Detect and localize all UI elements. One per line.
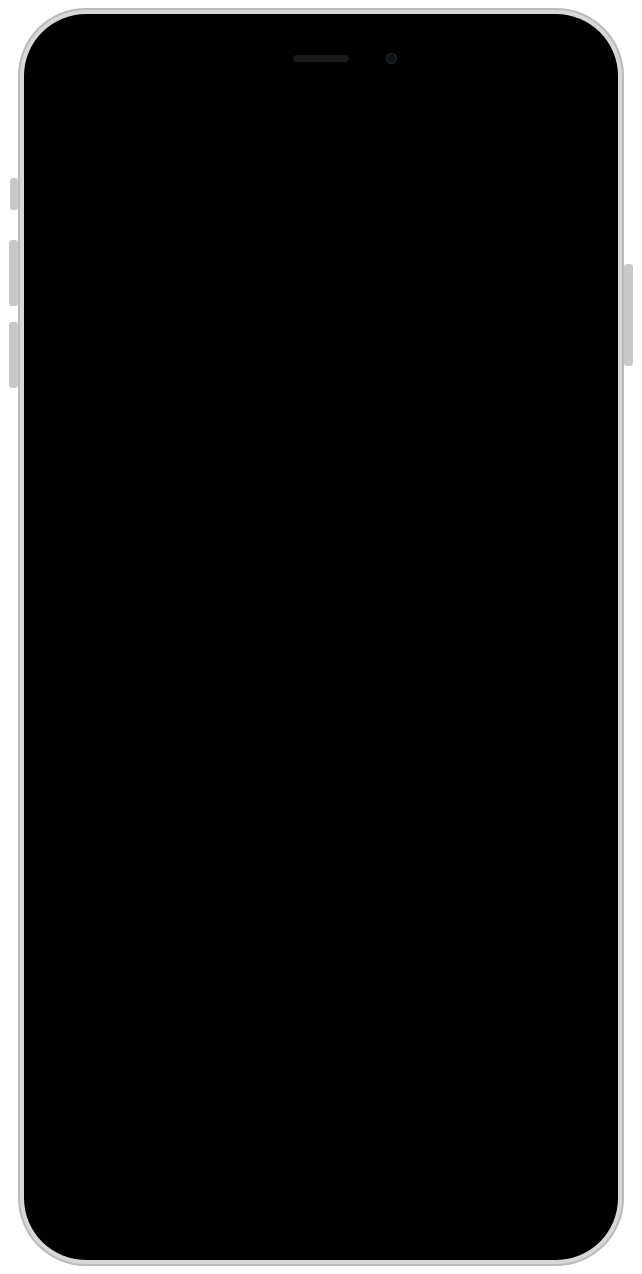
chevron-right-icon [567,862,576,882]
row-fonts[interactable]: Fonts [50,845,592,899]
wifi-icon [520,59,538,72]
row-label: Language & Region [68,915,567,938]
battery-icon [544,59,572,72]
page-title: General [284,100,358,123]
navigation-bar: Settings General [50,86,592,138]
settings-group-2: AirDrop AirPlay & Handoff Picture in Pic… [50,328,592,546]
chevron-right-icon [567,454,576,474]
row-label: Background App Refresh [68,657,567,680]
row-keyboard[interactable]: Keyboard [50,791,592,845]
location-arrow-icon [119,57,131,72]
chevron-right-icon [567,1066,576,1086]
chevron-right-icon [567,400,576,420]
back-button[interactable]: Settings [56,98,144,126]
row-label: Dictionary [68,969,567,992]
chevron-right-icon [567,604,576,624]
row-airplay-handoff[interactable]: AirPlay & Handoff [50,383,592,437]
chevron-right-icon [567,808,576,828]
status-time: 3:23 [80,55,115,76]
power-button [624,264,633,366]
row-label: Date & Time [68,753,567,776]
row-picture-in-picture[interactable]: Picture in Picture [50,437,592,491]
chevron-right-icon [567,196,576,216]
chevron-right-icon [567,916,576,936]
row-vpn[interactable]: VPN Not Connected [50,1049,592,1103]
status-bar: 3:23 [50,40,592,86]
row-value: Not Connected [424,1065,557,1088]
settings-group-3: iPhone Storage Background App Refresh [50,586,592,696]
chevron-right-icon [567,658,576,678]
chevron-left-icon [56,98,70,126]
row-label: Fonts [68,861,567,884]
chevron-right-icon [567,970,576,990]
row-label: Picture in Picture [68,453,567,476]
row-language-region[interactable]: Language & Region [50,899,592,953]
row-label: Software Update [68,249,567,272]
row-dictionary[interactable]: Dictionary [50,953,592,1007]
home-indicator[interactable] [241,1217,401,1222]
settings-group-4: Date & Time Keyboard Fonts Language & Re… [50,736,592,1008]
mute-switch [10,178,18,210]
row-label: About [68,195,567,218]
row-label: VPN [68,1065,424,1088]
settings-group-1: About Software Update [50,178,592,288]
content-area: About Software Update AirDrop AirPlay & … [50,138,592,1104]
chevron-right-icon [567,508,576,528]
volume-up-button [9,240,18,306]
volume-down-button [9,322,18,388]
row-about[interactable]: About [50,179,592,233]
row-label: AirPlay & Handoff [68,399,567,422]
row-carplay[interactable]: CarPlay [50,491,592,545]
row-date-time[interactable]: Date & Time [50,737,592,791]
row-background-app-refresh[interactable]: Background App Refresh [50,641,592,695]
chevron-right-icon [567,754,576,774]
row-airdrop[interactable]: AirDrop [50,329,592,383]
chevron-right-icon [567,346,576,366]
row-label: AirDrop [68,345,567,368]
row-label: CarPlay [68,507,567,530]
row-label: Keyboard [68,807,567,830]
back-label: Settings [72,100,144,123]
chevron-right-icon [567,250,576,270]
row-label: iPhone Storage [68,603,567,626]
settings-group-5: VPN Not Connected [50,1048,592,1104]
cellular-icon [494,59,514,72]
row-software-update[interactable]: Software Update [50,233,592,287]
row-iphone-storage[interactable]: iPhone Storage [50,587,592,641]
